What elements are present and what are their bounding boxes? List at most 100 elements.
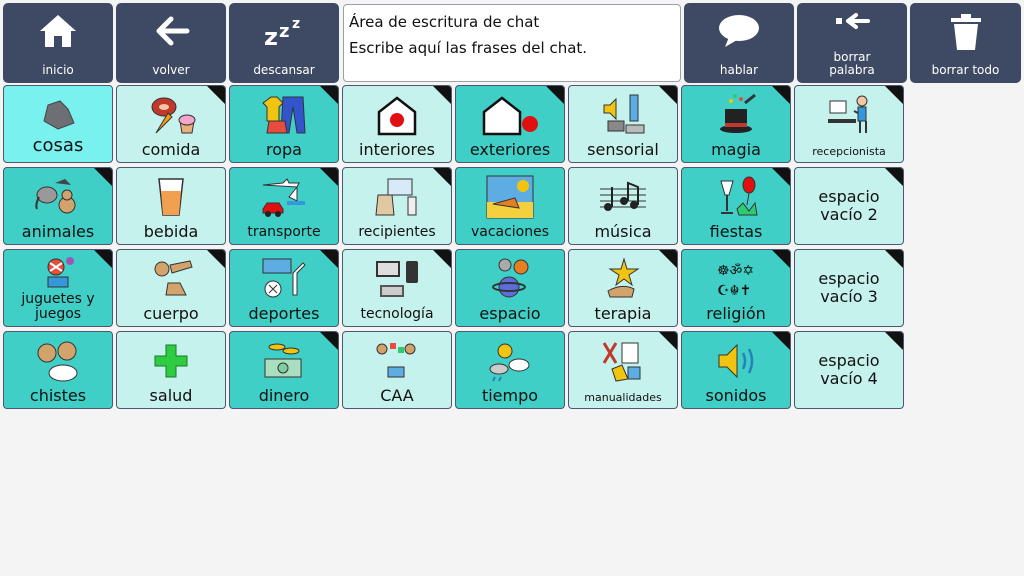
delete-word-button[interactable]: borrar palabra (797, 3, 907, 83)
toys-icon (4, 254, 112, 290)
sensory-icon (569, 92, 677, 138)
transport-icon (230, 174, 338, 220)
cell-ropa[interactable]: ropa (229, 85, 339, 163)
cell-label: espacio vacío 3 (818, 269, 880, 306)
svg-text:z: z (264, 23, 278, 49)
cell-label: salud (149, 386, 193, 405)
food-icon (117, 92, 225, 138)
cell-label: transporte (247, 224, 321, 240)
cell-label: comida (141, 140, 201, 159)
home-label: inicio (42, 63, 74, 77)
cell-cosas[interactable]: cosas (3, 85, 113, 163)
cell-magia[interactable]: magia (681, 85, 791, 163)
chat-line-1: Área de escritura de chat (349, 13, 540, 31)
cell-dinero[interactable]: dinero (229, 331, 339, 409)
cell-comida[interactable]: comida (116, 85, 226, 163)
category-grid: cosas comida ropa interiores exteriores (3, 85, 908, 411)
cell-manualidades[interactable]: manualidades (568, 331, 678, 409)
cell-chistes[interactable]: chistes (3, 331, 113, 409)
cell-deportes[interactable]: deportes (229, 249, 339, 327)
back-button[interactable]: volver (116, 3, 226, 83)
weather-icon (456, 338, 564, 384)
rest-button[interactable]: zzz descansar (229, 3, 339, 83)
toolbar: inicio volver zzz descansar Área de escr… (3, 3, 1021, 83)
cell-salud[interactable]: salud (116, 331, 226, 409)
money-icon (230, 338, 338, 384)
cell-espacio-vacio-3[interactable]: espacio vacío 3 (794, 249, 904, 327)
religion-symbols-icon: ☸ॐ✡ ☪☬✝ (682, 256, 790, 302)
cell-exteriores[interactable]: exteriores (455, 85, 565, 163)
cell-label: cosas (32, 135, 84, 156)
speech-bubble-icon (684, 13, 794, 49)
cell-vacaciones[interactable]: vacaciones (455, 167, 565, 245)
cell-label: manualidades (584, 391, 662, 404)
therapy-icon (569, 256, 677, 302)
music-notes-icon (569, 174, 677, 220)
cell-tiempo[interactable]: tiempo (455, 331, 565, 409)
clothes-icon (230, 92, 338, 138)
cell-label: sonidos (705, 386, 767, 405)
receptionist-icon (795, 92, 903, 138)
cell-label: exteriores (469, 140, 551, 159)
cell-label: vacaciones (470, 224, 550, 240)
cell-fiestas[interactable]: fiestas (681, 167, 791, 245)
cell-tecnologia[interactable]: tecnología (342, 249, 452, 327)
cell-religion[interactable]: ☸ॐ✡ ☪☬✝ religión (681, 249, 791, 327)
cell-espacio-vacio-2[interactable]: espacio vacío 2 (794, 167, 904, 245)
cell-label: CAA (380, 386, 414, 405)
cell-label: bebida (143, 222, 199, 241)
cell-label: juguetes y juegos (21, 291, 95, 322)
cell-transporte[interactable]: transporte (229, 167, 339, 245)
speak-label: hablar (719, 63, 759, 77)
cell-juguetes[interactable]: juguetes y juegos (3, 249, 113, 327)
sleep-icon: zzz (229, 13, 339, 49)
beach-icon (456, 174, 564, 220)
planets-icon (456, 256, 564, 302)
cell-animales[interactable]: animales (3, 167, 113, 245)
magic-hat-icon (682, 92, 790, 138)
cell-label: espacio vacío 2 (818, 187, 880, 224)
cell-label: recipientes (358, 224, 436, 240)
cell-label: dinero (258, 386, 310, 405)
cell-label: espacio (479, 304, 541, 323)
aac-icon (343, 338, 451, 384)
cell-espacio-vacio-4[interactable]: espacio vacío 4 (794, 331, 904, 409)
cell-label: fiestas (709, 222, 763, 241)
cell-espacio[interactable]: espacio (455, 249, 565, 327)
svg-text:☸ॐ✡: ☸ॐ✡ (717, 263, 754, 279)
cell-terapia[interactable]: terapia (568, 249, 678, 327)
cell-recipientes[interactable]: recipientes (342, 167, 452, 245)
rest-label: descansar (253, 63, 315, 77)
rock-icon (4, 92, 112, 138)
cell-label: magia (711, 140, 761, 159)
back-label: volver (152, 63, 190, 77)
cell-sonidos[interactable]: sonidos (681, 331, 791, 409)
svg-text:z: z (279, 21, 289, 42)
cell-cuerpo[interactable]: cuerpo (116, 249, 226, 327)
cell-caa[interactable]: CAA (342, 331, 452, 409)
cell-label: recepcionista (812, 145, 886, 158)
backspace-icon (797, 11, 907, 31)
cell-label: ropa (266, 140, 302, 159)
cell-musica[interactable]: música (568, 167, 678, 245)
party-icon (682, 174, 790, 220)
cell-recepcionista[interactable]: recepcionista (794, 85, 904, 163)
cell-label: sensorial (587, 140, 659, 159)
cell-label: animales (21, 222, 95, 241)
delete-all-button[interactable]: borrar todo (910, 3, 1021, 83)
technology-icon (343, 256, 451, 302)
cell-label: espacio vacío 4 (818, 351, 880, 388)
cell-sensorial[interactable]: sensorial (568, 85, 678, 163)
cell-label: deportes (248, 304, 320, 323)
cell-label: tecnología (360, 306, 434, 322)
trash-icon (910, 13, 1021, 51)
svg-text:z: z (292, 16, 300, 32)
chat-input[interactable]: Área de escritura de chat Escribe aquí l… (343, 4, 681, 82)
cell-bebida[interactable]: bebida (116, 167, 226, 245)
cell-interiores[interactable]: interiores (342, 85, 452, 163)
delete-all-label: borrar todo (931, 63, 1000, 77)
cell-label: chistes (29, 386, 87, 405)
speak-button[interactable]: hablar (684, 3, 794, 83)
home-button[interactable]: inicio (3, 3, 113, 83)
sports-icon (230, 256, 338, 302)
